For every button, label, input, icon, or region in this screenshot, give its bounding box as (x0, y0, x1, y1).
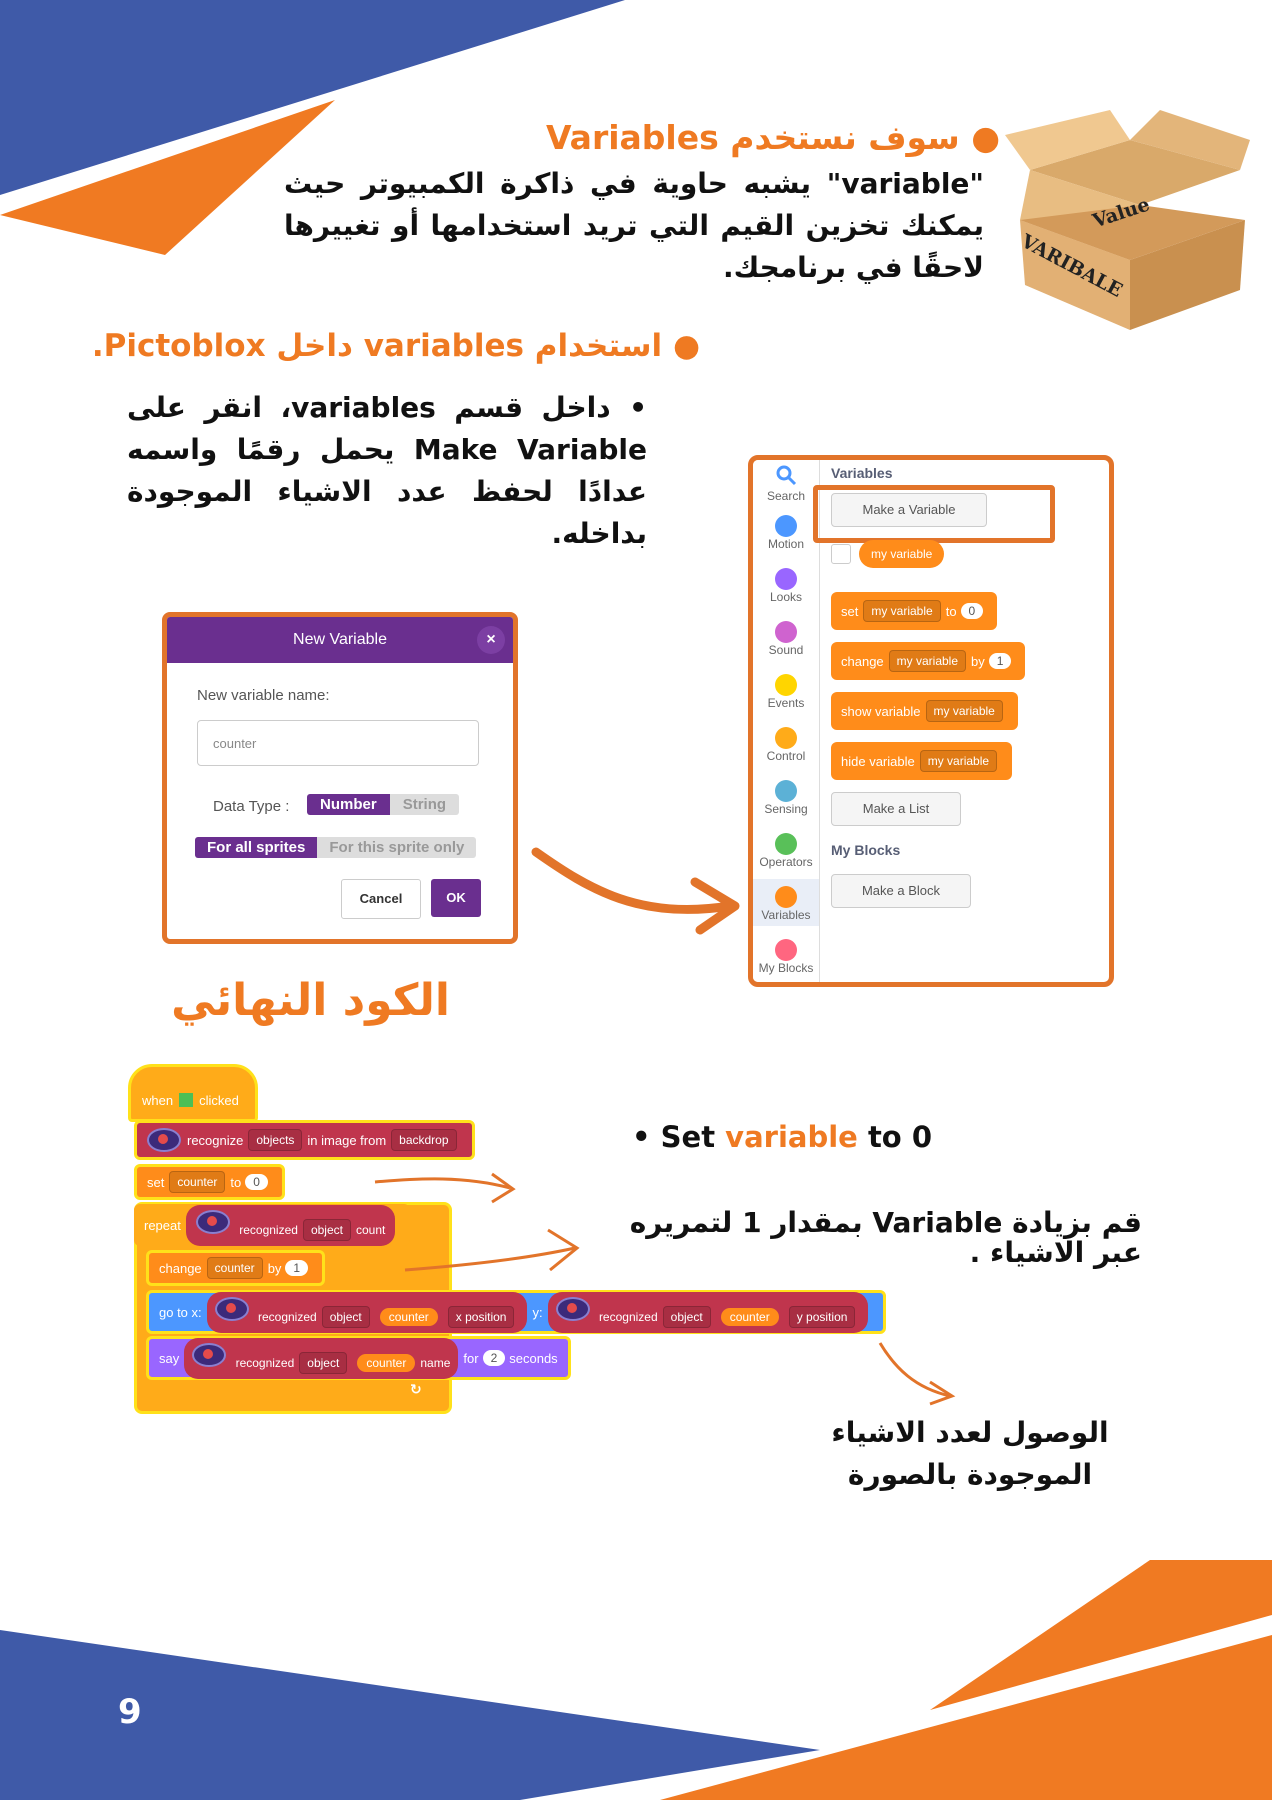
make-variable-button[interactable]: Make a Variable (831, 493, 987, 527)
category-motion[interactable]: Motion (753, 515, 819, 551)
when-flag-clicked-block[interactable]: when clicked (132, 1082, 249, 1118)
show-variable-block[interactable]: show variable my variable (831, 692, 1018, 730)
dialog-title: New Variable (293, 631, 387, 648)
hide-variable-block[interactable]: hide variable my variable (831, 742, 1013, 780)
say-block[interactable]: say recognized object counter name for 2 seco… (146, 1336, 571, 1380)
variable-name-label: New variable name: (197, 687, 330, 704)
heading-ar: سوف نستخدم (730, 118, 960, 157)
eye-icon (214, 1296, 249, 1321)
my-variable-reporter[interactable]: my variable (859, 540, 945, 568)
variables-dot-icon (775, 886, 797, 908)
green-flag-icon (179, 1093, 194, 1107)
arrow-icon (404, 1228, 580, 1272)
ok-button[interactable]: OK (431, 879, 481, 917)
eye-icon (555, 1296, 590, 1321)
make-list-button[interactable]: Make a List (831, 792, 961, 826)
type-string-option[interactable]: String (389, 794, 460, 815)
eye-icon (192, 1342, 227, 1367)
category-sound[interactable]: Sound (753, 621, 819, 657)
control-dot-icon (775, 727, 797, 749)
close-icon[interactable]: × (477, 626, 505, 654)
box-icon (1005, 110, 1250, 330)
heading-en: Variables (545, 118, 719, 157)
scope-this-sprite-option[interactable]: For this sprite only (317, 837, 477, 858)
type-number-option[interactable]: Number (307, 794, 390, 815)
final-code-title: الكود النهائي (171, 975, 450, 1026)
arrow-icon (531, 847, 740, 935)
category-sidebar: Search Motion Looks Sound Events Control… (753, 460, 820, 982)
category-search[interactable]: Search (753, 464, 819, 503)
repeat-block-header[interactable]: repeat recognized object count (134, 1204, 411, 1246)
sensing-dot-icon (775, 780, 797, 802)
motion-dot-icon (775, 515, 797, 537)
my-blocks-dot-icon (775, 939, 797, 961)
scope-all-sprites-option[interactable]: For all sprites (195, 837, 318, 858)
cancel-button[interactable]: Cancel (341, 879, 421, 919)
dialog-header: New Variable × (167, 617, 513, 663)
access-note: الوصول لعدد الاشياء الموجودة بالصورة (831, 1416, 1109, 1491)
set-counter-block[interactable]: set counter to 0 (134, 1164, 285, 1200)
search-icon (776, 465, 797, 486)
recognized-object-y-reporter[interactable]: recognized object counter y position (547, 1291, 869, 1333)
loop-arrow-icon: ↻ (410, 1382, 422, 1398)
sound-dot-icon (775, 621, 797, 643)
change-counter-block[interactable]: change counter by 1 (146, 1250, 326, 1286)
change-variable-block[interactable]: change my variable by 1 (831, 642, 1026, 680)
set-variable-block[interactable]: set my variable to 0 (831, 592, 998, 630)
new-variable-dialog: New Variable × New variable name: counte… (162, 612, 518, 944)
recognize-objects-block[interactable]: recognize objects in image from backdrop (134, 1120, 475, 1160)
section1-heading: ● سوف نستخدم Variables (546, 118, 1000, 157)
events-dot-icon (775, 674, 797, 696)
variable-name-input[interactable]: counter (197, 720, 479, 766)
page-number: 9 (118, 1692, 142, 1732)
bullet-icon: ● (662, 328, 700, 364)
recognized-object-count-reporter[interactable]: recognized object count (185, 1204, 396, 1246)
category-looks[interactable]: Looks (753, 568, 819, 604)
variables-palette: Search Motion Looks Sound Events Control… (748, 455, 1114, 987)
category-my-blocks[interactable]: My Blocks (753, 939, 819, 975)
arrow-icon (878, 1342, 956, 1406)
section2-body-text: داخل قسم variables، انقر على Make Variab… (127, 391, 647, 550)
eye-icon (147, 1128, 181, 1152)
set-variable-note: • Set variable to 0 (632, 1120, 932, 1154)
make-block-button[interactable]: Make a Block (831, 874, 971, 908)
eye-icon (195, 1209, 230, 1234)
data-type-toggle: Number String (307, 794, 460, 815)
category-control[interactable]: Control (753, 727, 819, 763)
category-operators[interactable]: Operators (753, 833, 819, 869)
section1-body: "variable" يشبه حاوية في ذاكرة الكمبيوتر… (284, 167, 984, 284)
variable-checkbox[interactable] (831, 544, 851, 564)
category-events[interactable]: Events (753, 674, 819, 710)
section2-heading: ● استخدام variables داخل Pictoblox. (91, 328, 700, 364)
recognized-object-name-reporter[interactable]: recognized object counter name (184, 1337, 459, 1379)
scope-toggle: For all sprites For this sprite only (195, 837, 477, 858)
bullet-icon: • (632, 1120, 661, 1154)
box-illustration: Value VARIBALE (1000, 110, 1260, 340)
arrow-icon (374, 1172, 516, 1204)
operators-dot-icon (775, 833, 797, 855)
increase-note: قم بزيادة Variable بمقدار 1 لتمريره عبر … (629, 1206, 1142, 1269)
palette-section-title: Variables (831, 465, 893, 481)
data-type-label: Data Type : (213, 798, 290, 815)
section2-body: • داخل قسم variables، انقر على Make Vari… (127, 387, 647, 555)
looks-dot-icon (775, 568, 797, 590)
category-variables[interactable]: Variables (753, 879, 819, 926)
bullet-icon: • (610, 391, 647, 424)
bullet-icon: ● (959, 118, 1000, 157)
my-blocks-title: My Blocks (831, 842, 901, 858)
bottom-decoration (0, 1560, 1272, 1800)
category-sensing[interactable]: Sensing (753, 780, 819, 816)
